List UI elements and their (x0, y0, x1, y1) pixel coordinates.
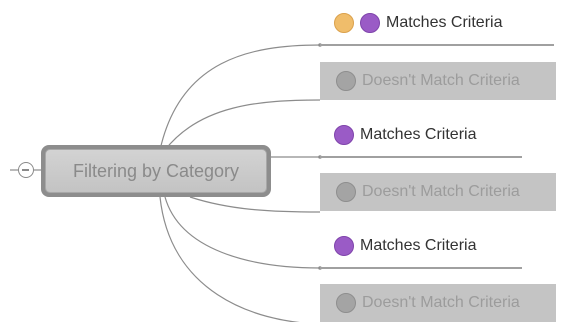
subtopic-matches-criteria[interactable]: Matches Criteria (334, 120, 476, 150)
central-topic[interactable]: Filtering by Category (41, 145, 271, 197)
subtopic-underline (320, 44, 554, 46)
branch-line-4 (189, 196, 321, 213)
subtopic-label: Matches Criteria (360, 126, 477, 143)
subtopic-underline (320, 267, 522, 269)
subtopic-doesnt-match-criteria[interactable]: Doesn't Match Criteria (320, 62, 556, 100)
branch-line-1 (159, 44, 321, 151)
branch-line-6 (159, 196, 301, 322)
subtopic-label: Doesn't Match Criteria (362, 294, 520, 311)
subtopic-underline (320, 156, 522, 158)
grey-marker-icon (336, 71, 356, 91)
subtopic-doesnt-match-criteria[interactable]: Doesn't Match Criteria (320, 173, 556, 211)
purple-marker-icon (334, 236, 354, 256)
grey-marker-icon (336, 182, 356, 202)
subtopic-label: Doesn't Match Criteria (362, 183, 520, 200)
branch-line-2 (164, 99, 321, 151)
subtopic-matches-criteria[interactable]: Matches Criteria (334, 8, 502, 38)
subtopic-label: Matches Criteria (360, 237, 477, 254)
collapse-minus-icon[interactable] (18, 162, 34, 178)
subtopic-label: Matches Criteria (386, 14, 503, 31)
subtopic-label: Doesn't Match Criteria (362, 72, 520, 89)
central-topic-body: Filtering by Category (45, 149, 267, 193)
orange-marker-icon (334, 13, 354, 33)
purple-marker-icon (334, 125, 354, 145)
grey-marker-icon (336, 293, 356, 313)
subtopic-matches-criteria[interactable]: Matches Criteria (334, 231, 476, 261)
subtopic-doesnt-match-criteria[interactable]: Doesn't Match Criteria (320, 284, 556, 322)
mind-map-canvas[interactable]: Filtering by Category Matches Criteria D… (0, 0, 568, 322)
purple-marker-icon (360, 13, 380, 33)
branch-line-5 (164, 196, 321, 269)
central-topic-label: Filtering by Category (72, 160, 240, 181)
